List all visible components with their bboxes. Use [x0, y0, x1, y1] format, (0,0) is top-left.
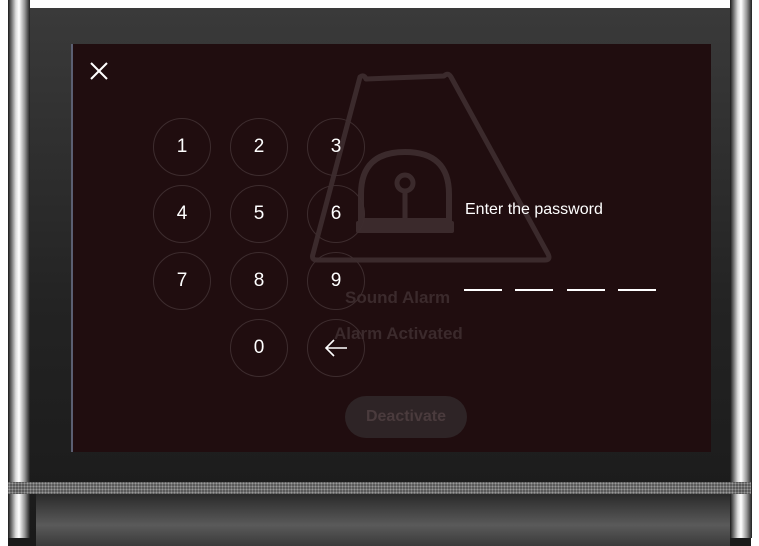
password-digit-slot	[464, 289, 502, 291]
close-icon[interactable]	[87, 59, 111, 83]
keypad-key-3[interactable]: 3	[307, 118, 365, 176]
alarm-title: Sound Alarm	[345, 288, 451, 307]
keypad-key-2[interactable]: 2	[230, 118, 288, 176]
speaker-grille	[8, 482, 751, 494]
backspace-button[interactable]	[307, 319, 365, 377]
keypad-key-5[interactable]: 5	[230, 185, 288, 243]
password-prompt: Enter the password	[465, 201, 603, 218]
keypad-key-4[interactable]: 4	[153, 185, 211, 243]
arrow-left-icon	[324, 339, 347, 357]
right-chrome-rail	[730, 0, 752, 538]
keypad-key-1[interactable]: 1	[153, 118, 211, 176]
password-digit-slot	[618, 289, 656, 291]
alarm-warning-icon	[310, 71, 552, 263]
keypad-key-0[interactable]: 0	[230, 319, 288, 377]
password-digit-slot	[515, 289, 553, 291]
device-base	[36, 494, 730, 546]
screen: Sound Alarm Alarm Activated Deactivate 1…	[71, 44, 711, 452]
password-digit-slot	[567, 289, 605, 291]
keypad-key-9[interactable]: 9	[307, 252, 365, 310]
keypad-key-7[interactable]: 7	[153, 252, 211, 310]
left-chrome-rail	[8, 0, 30, 538]
keypad-key-8[interactable]: 8	[230, 252, 288, 310]
keypad-key-6[interactable]: 6	[307, 185, 365, 243]
deactivate-button[interactable]: Deactivate	[345, 396, 467, 438]
